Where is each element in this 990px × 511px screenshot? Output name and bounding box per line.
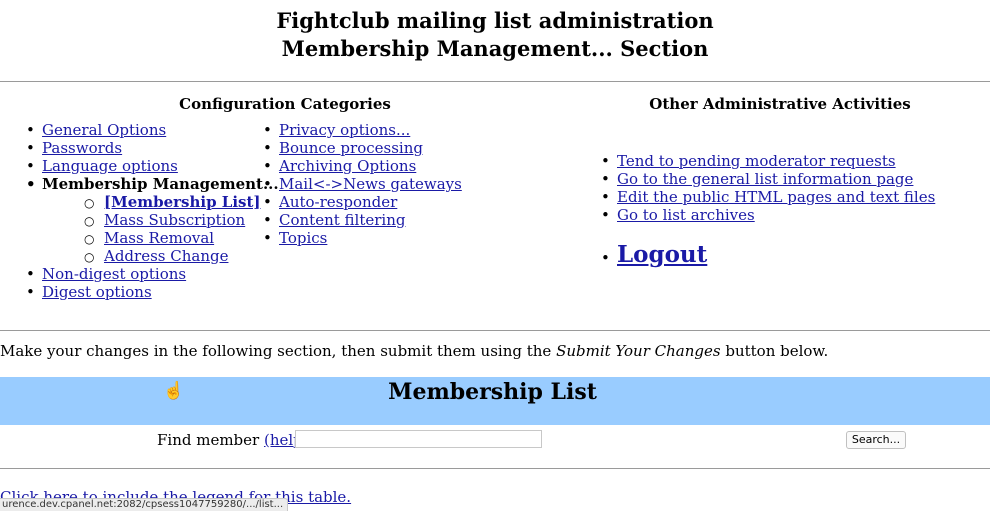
content-filtering-link[interactable]: Content filtering (279, 211, 405, 229)
menu-item-privacy-options: Privacy options... (259, 121, 462, 139)
address-change-link[interactable]: Address Change (104, 247, 228, 265)
logout-item: Logout (597, 241, 707, 272)
submenu-item-mass-removal: Mass Removal (22, 229, 279, 248)
activity-item-moderator-requests: Tend to pending moderator requests (597, 152, 935, 170)
mass-subscription-link[interactable]: Mass Subscription (104, 211, 245, 229)
list-info-page-link[interactable]: Go to the general list information page (617, 170, 913, 188)
find-member-input[interactable] (295, 430, 542, 448)
search-button[interactable]: Search... (846, 431, 906, 449)
page-subtitle: Membership Management... Section (281, 36, 709, 61)
privacy-options-link[interactable]: Privacy options... (279, 121, 410, 139)
menu-item-bounce-processing: Bounce processing (259, 139, 462, 157)
bounce-processing-link[interactable]: Bounce processing (279, 139, 423, 157)
submenu-item-mass-subscription: Mass Subscription (22, 211, 279, 230)
topics-link[interactable]: Topics (279, 229, 327, 247)
non-digest-options-link[interactable]: Non-digest options (42, 265, 186, 283)
menu-item-non-digest-options: Non-digest options (22, 265, 279, 283)
activity-item-list-info: Go to the general list information page (597, 170, 935, 188)
divider-bottom (0, 468, 990, 469)
instructions-emphasis: Submit Your Changes (556, 342, 721, 360)
archiving-options-link[interactable]: Archiving Options (279, 157, 416, 175)
activity-item-archives: Go to list archives (597, 206, 935, 224)
mail-news-gateways-link[interactable]: Mail<->News gateways (279, 175, 462, 193)
list-archives-link[interactable]: Go to list archives (617, 206, 755, 224)
instructions-after: button below. (720, 342, 829, 360)
submenu-item-address-change: Address Change (22, 247, 279, 266)
menu-item-mail-news-gateways: Mail<->News gateways (259, 175, 462, 193)
page-title: Fightclub mailing list administration (276, 8, 714, 33)
find-member-label: Find member (help): (157, 431, 314, 449)
menu-item-language-options: Language options (22, 157, 279, 175)
menu-item-general-options: General Options (22, 121, 279, 139)
section-title: Membership List (388, 379, 597, 405)
menu-item-digest-options: Digest options (22, 283, 279, 301)
auto-responder-link[interactable]: Auto-responder (279, 193, 397, 211)
logout-link[interactable]: Logout (617, 241, 707, 268)
status-bar-url: urence.dev.cpanel.net:2082/cpsess1047759… (0, 498, 289, 511)
config-categories-heading: Configuration Categories (179, 95, 391, 113)
other-activities-list: Tend to pending moderator requests Go to… (597, 152, 935, 224)
submenu-item-membership-list: [Membership List] (22, 193, 279, 212)
config-menu-right: Privacy options... Bounce processing Arc… (259, 121, 462, 247)
menu-item-content-filtering: Content filtering (259, 211, 462, 229)
digest-options-link[interactable]: Digest options (42, 283, 152, 301)
hand-cursor-icon: ☝ (163, 381, 185, 401)
menu-item-membership-management: Membership Management... (22, 175, 279, 193)
instructions-before: Make your changes in the following secti… (0, 342, 557, 360)
activity-item-edit-html: Edit the public HTML pages and text file… (597, 188, 935, 206)
membership-management-label: Membership Management... (42, 175, 279, 193)
menu-item-auto-responder: Auto-responder (259, 193, 462, 211)
instructions-text: Make your changes in the following secti… (0, 342, 828, 360)
edit-html-pages-link[interactable]: Edit the public HTML pages and text file… (617, 188, 935, 206)
general-options-link[interactable]: General Options (42, 121, 166, 139)
language-options-link[interactable]: Language options (42, 157, 178, 175)
divider-middle (0, 330, 990, 331)
config-menu-left: General Options Passwords Language optio… (22, 121, 279, 301)
other-activities-heading: Other Administrative Activities (649, 95, 911, 113)
mass-removal-link[interactable]: Mass Removal (104, 229, 214, 247)
find-member-text: Find member (157, 431, 264, 449)
menu-item-archiving-options: Archiving Options (259, 157, 462, 175)
passwords-link[interactable]: Passwords (42, 139, 122, 157)
membership-list-link[interactable]: [Membership List] (104, 193, 261, 211)
moderator-requests-link[interactable]: Tend to pending moderator requests (617, 152, 896, 170)
menu-item-passwords: Passwords (22, 139, 279, 157)
menu-item-topics: Topics (259, 229, 462, 247)
divider-top (0, 81, 990, 82)
